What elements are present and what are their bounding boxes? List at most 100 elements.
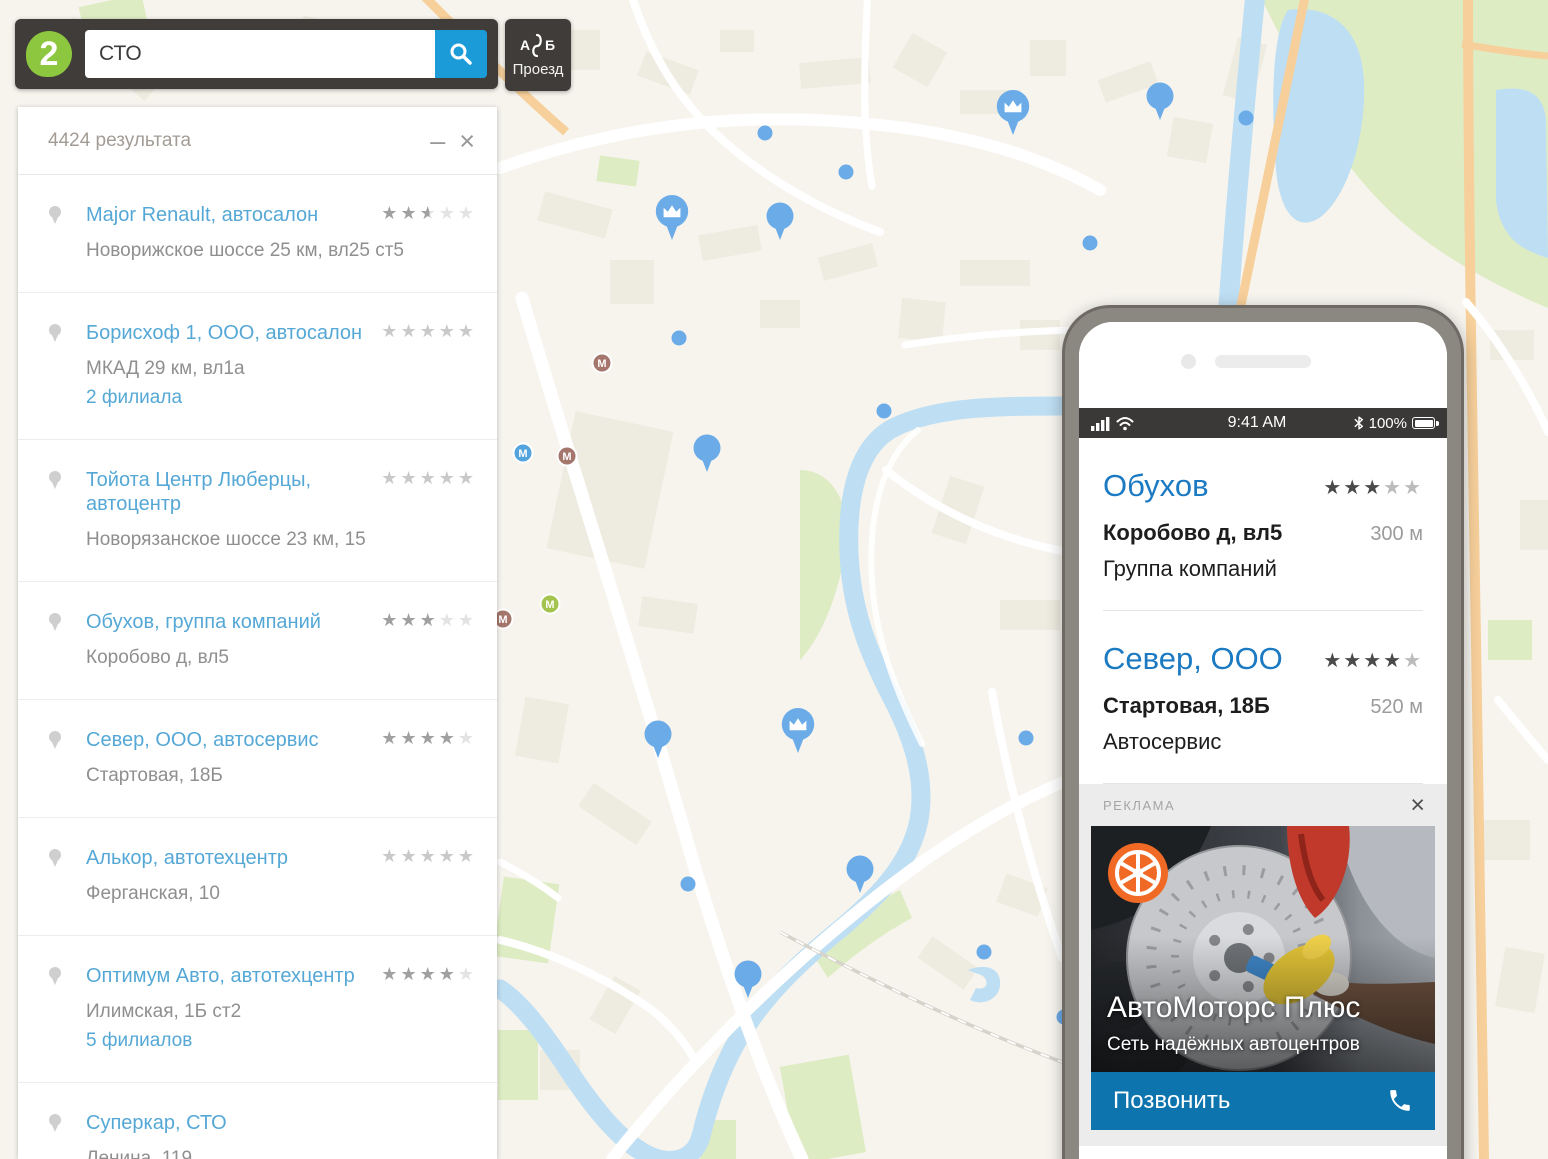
signal-icon [1091,416,1111,431]
ad-label: РЕКЛАМА [1103,798,1175,813]
map-pin-icon [48,612,62,637]
phone-result-address: Коробово д, вл5 [1103,520,1282,546]
phone-entries: Обухов ★★★★★ Коробово д, вл5 300 м Групп… [1079,438,1447,784]
logo-text: 2 [40,35,59,74]
svg-text:М: М [518,448,527,460]
metro-station-icon[interactable]: М [541,595,560,614]
svg-text:М: М [545,599,554,611]
minimize-button[interactable]: – [420,131,455,151]
ad-image: АвтоМоторс Плюс Сеть надёжных автоцентро… [1091,826,1435,1072]
route-ab-icon: А Б [519,32,557,58]
svg-text:А: А [520,37,530,53]
phone-rating-stars: ★★★★★ [1323,475,1423,499]
status-time: 9:41 AM [1191,414,1323,432]
svg-text:М: М [498,614,507,626]
phone-status-bar: 9:41 AM 100% [1079,408,1447,438]
list-item[interactable]: Алькор, автотехцентр ★★★★★ Ферганская, 1… [18,818,497,936]
map-marker-dot[interactable] [681,877,696,892]
results-count: 4424 результата [48,130,420,152]
phone-result-distance: 300 м [1370,523,1423,546]
list-item[interactable]: Тойота Центр Люберцы, автоцентр ★★★★★ Но… [18,440,497,582]
rating-stars: ★★★★★ [381,964,477,985]
result-title-link[interactable]: Обухов, группа компаний [86,610,321,634]
result-title-link[interactable]: Север, ООО, автосервис [86,728,319,752]
call-button-label: Позвонить [1113,1087,1230,1115]
map-marker-dot[interactable] [839,165,854,180]
map-marker-dot[interactable] [1239,111,1254,126]
list-item[interactable]: Major Renault, автосалон ★★★★★ Новорижск… [18,175,497,293]
result-title-link[interactable]: Тойота Центр Люберцы, автоцентр [86,468,373,516]
search-icon [448,41,474,67]
battery-icon [1412,417,1435,429]
advertiser-logo-icon [1107,842,1169,909]
list-item[interactable]: Север, ООО, автосервис ★★★★★ Стартовая, … [18,700,497,818]
svg-text:М: М [597,358,606,370]
close-icon[interactable]: × [455,129,479,153]
map-pin-icon [48,1113,62,1138]
route-button-label: Проезд [513,61,564,78]
result-address: Новорижское шоссе 25 км, вл25 ст5 [86,239,477,263]
search-input[interactable] [85,30,435,78]
list-item[interactable]: Суперкар, СТО Ленина, 119 [18,1083,497,1159]
ad-subtitle: Сеть надёжных автоцентров [1107,1034,1360,1056]
map-marker-dot[interactable] [1019,731,1034,746]
rating-stars: ★★★★★ [381,321,477,342]
results-header: 4424 результата – × [18,107,497,175]
phone-screen: 9:41 AM 100% Обухов ★★★★★ Коробово д, вл… [1079,322,1447,1159]
result-address: Ферганская, 10 [86,882,477,906]
result-address: Стартовая, 18Б [86,764,477,788]
map-marker-dot[interactable] [1083,236,1098,251]
phone-result-title[interactable]: Север, ООО [1103,641,1283,677]
map-pin-icon [48,470,62,495]
phone-list-item[interactable]: Обухов ★★★★★ Коробово д, вл5 300 м Групп… [1103,438,1423,611]
result-address: Коробово д, вл5 [86,646,477,670]
result-title-link[interactable]: Борисхоф 1, ООО, автосалон [86,321,362,345]
phone-result-category: Группа компаний [1103,556,1423,582]
map-pin-icon [48,205,62,230]
list-item[interactable]: Борисхоф 1, ООО, автосалон ★★★★★ МКАД 29… [18,293,497,440]
phone-mockup: 9:41 AM 100% Обухов ★★★★★ Коробово д, вл… [1062,305,1464,1159]
map-marker-dot[interactable] [672,331,687,346]
metro-station-icon[interactable]: М [558,447,577,466]
search-button[interactable] [435,30,487,78]
results-panel: 4424 результата – × Major Renault, автос… [18,107,497,1159]
app: М М М М М 2 А Б Проезд 4424 результата – [0,0,1548,1159]
ad-section: РЕКЛАМА × [1079,784,1447,1146]
2gis-logo[interactable]: 2 [26,31,72,77]
result-branches-link[interactable]: 5 филиалов [86,1029,477,1053]
search-bar: 2 [15,19,498,89]
map-marker-dot[interactable] [877,404,892,419]
phone-result-title[interactable]: Обухов [1103,468,1209,504]
map-pin-icon [48,323,62,348]
rating-stars: ★★★★★ [381,468,477,489]
ad-card[interactable]: АвтоМоторс Плюс Сеть надёжных автоцентро… [1091,826,1435,1130]
list-item[interactable]: Оптимум Авто, автотехцентр ★★★★★ Илимска… [18,936,497,1083]
result-branches-link[interactable]: 2 филиала [86,386,477,410]
rating-stars: ★★★★★ [381,846,477,867]
map-pin-icon [48,730,62,755]
svg-text:Б: Б [545,37,555,53]
svg-text:М: М [562,451,571,463]
call-button[interactable]: Позвонить [1091,1072,1435,1130]
speaker-grill [1215,355,1311,368]
result-title-link[interactable]: Суперкар, СТО [86,1111,227,1135]
result-address: Ленина, 119 [86,1147,477,1159]
phone-list-item[interactable]: Север, ООО ★★★★★ Стартовая, 18Б 520 м Ав… [1103,611,1423,784]
result-title-link[interactable]: Major Renault, автосалон [86,203,318,227]
ad-close-icon[interactable]: × [1410,793,1425,818]
phone-top-bezel [1079,322,1447,408]
rating-stars: ★★★★★ [381,203,477,224]
metro-station-icon[interactable]: М [514,444,533,463]
phone-result-distance: 520 м [1370,696,1423,719]
route-button[interactable]: А Б Проезд [505,19,571,91]
wifi-icon [1116,416,1134,431]
list-item[interactable]: Обухов, группа компаний ★★★★★ Коробово д… [18,582,497,700]
result-title-link[interactable]: Оптимум Авто, автотехцентр [86,964,355,988]
bluetooth-icon [1354,415,1364,431]
result-address: Илимская, 1Б ст2 [86,1000,477,1024]
metro-station-icon[interactable]: М [593,354,612,373]
result-title-link[interactable]: Алькор, автотехцентр [86,846,288,870]
map-marker-dot[interactable] [977,945,992,960]
map-pin-icon [48,848,62,873]
map-marker-dot[interactable] [758,126,773,141]
